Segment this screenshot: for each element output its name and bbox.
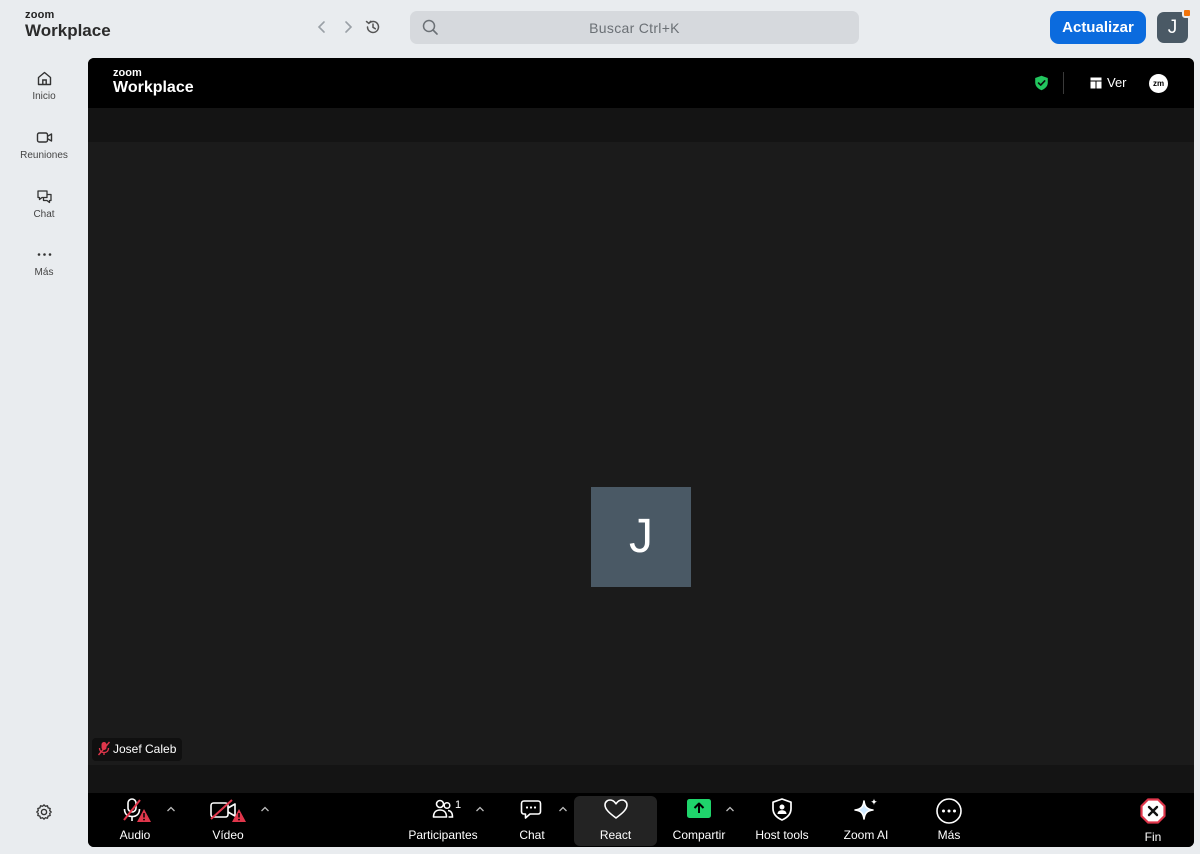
chat-icon [36,190,52,204]
meeting-top-strip [88,108,1194,142]
participants-count: 1 [455,799,462,811]
sidebar-item-chat[interactable]: Chat [0,188,88,220]
participants-icon [432,799,454,818]
participants-options-caret[interactable] [475,805,485,813]
user-avatar-initial: J [1167,17,1178,38]
chat-button[interactable]: Chat [506,793,558,847]
sidebar-item-label: Reuniones [20,150,68,161]
zoom-ai-button[interactable]: Zoom AI [832,793,900,847]
sidebar-item-label: Chat [33,209,55,220]
grid-view-icon [1090,77,1102,89]
audio-label: Audio [119,828,151,842]
end-meeting-button[interactable]: Fin [1128,793,1178,847]
react-button[interactable]: React [574,793,657,847]
chevron-left-icon [317,21,325,33]
sidebar-item-mas[interactable]: Más [0,246,88,278]
user-avatar[interactable]: J [1157,8,1192,43]
participants-label: Participantes [408,828,478,842]
zoom-account-badge[interactable]: zm [1149,74,1168,93]
top-bar: zoom Workplace Buscar Ctrl+K Actualizar … [0,0,1200,56]
chat-options-caret[interactable] [558,805,568,813]
history-button[interactable] [364,18,382,36]
encryption-status-button[interactable] [1034,75,1049,91]
search-bar[interactable]: Buscar Ctrl+K [410,11,859,44]
sidebar-item-reuniones[interactable]: Reuniones [0,129,88,161]
sidebar-item-inicio[interactable]: Inicio [0,70,88,102]
video-icon [36,132,52,143]
shield-host-icon [772,798,792,821]
video-off-warning-icon [210,799,246,822]
forward-button[interactable] [340,18,356,36]
participant-name: Josef Caleb [113,742,177,756]
audio-button[interactable]: Audio [104,793,166,847]
meeting-window: zoom Workplace Ver zm J Josef Caleb Audi… [88,58,1194,847]
meeting-toolbar: Audio Vídeo Participantes 1 Chat React C… [88,793,1194,847]
participants-button[interactable]: Participantes [402,793,484,847]
video-label: Vídeo [212,828,244,842]
view-button-label: Ver [1107,75,1127,90]
gear-icon [36,804,52,820]
share-screen-button[interactable]: Compartir [666,793,732,847]
share-label: Compartir [672,828,726,842]
participant-name-tag: Josef Caleb [92,738,183,761]
app-logo: zoom Workplace [25,9,111,40]
search-placeholder: Buscar Ctrl+K [589,20,680,36]
zoom-ai-label: Zoom AI [843,828,889,842]
share-options-caret[interactable] [725,805,735,813]
sidebar-item-label: Inicio [32,91,56,102]
video-stage: J [88,142,1194,765]
more-icon [37,253,51,256]
chat-label: Chat [519,828,545,842]
audio-options-caret[interactable] [166,805,176,813]
chevron-right-icon [345,21,353,33]
more-circle-icon [936,798,962,824]
mic-muted-warning-icon [123,798,151,822]
shield-check-icon [1035,75,1048,91]
react-label: React [599,828,632,842]
meeting-header: zoom Workplace Ver zm [88,58,1194,108]
update-button[interactable]: Actualizar [1050,11,1146,44]
participant-avatar: J [591,487,691,587]
sparkle-ai-icon [854,798,878,820]
mic-muted-icon [97,741,111,756]
meeting-logo-zoom-text: zoom [113,67,142,79]
meeting-logo-workplace-text: Workplace [113,79,194,96]
logo-workplace-text: Workplace [25,21,111,40]
video-button[interactable]: Vídeo [197,793,259,847]
more-label: Más [937,828,961,842]
header-divider [1063,72,1064,94]
back-button[interactable] [314,18,330,36]
history-icon [365,20,380,34]
meeting-logo: zoom Workplace [113,68,194,96]
host-tools-button[interactable]: Host tools [748,793,816,847]
share-screen-icon [687,799,711,818]
home-icon [37,71,51,86]
view-button[interactable]: Ver [1090,75,1127,91]
logo-zoom-text: zoom [25,9,55,21]
heart-icon [603,799,628,819]
settings-button[interactable] [35,803,53,821]
more-button[interactable]: Más [924,793,974,847]
end-label: Fin [1144,830,1162,844]
meeting-bottom-strip [88,765,1194,793]
chat-bubble-icon [520,800,542,819]
video-options-caret[interactable] [260,805,270,813]
sidebar-item-label: Más [34,267,54,278]
host-tools-label: Host tools [755,828,809,842]
end-call-icon [1140,798,1166,824]
notification-dot [1182,8,1192,18]
